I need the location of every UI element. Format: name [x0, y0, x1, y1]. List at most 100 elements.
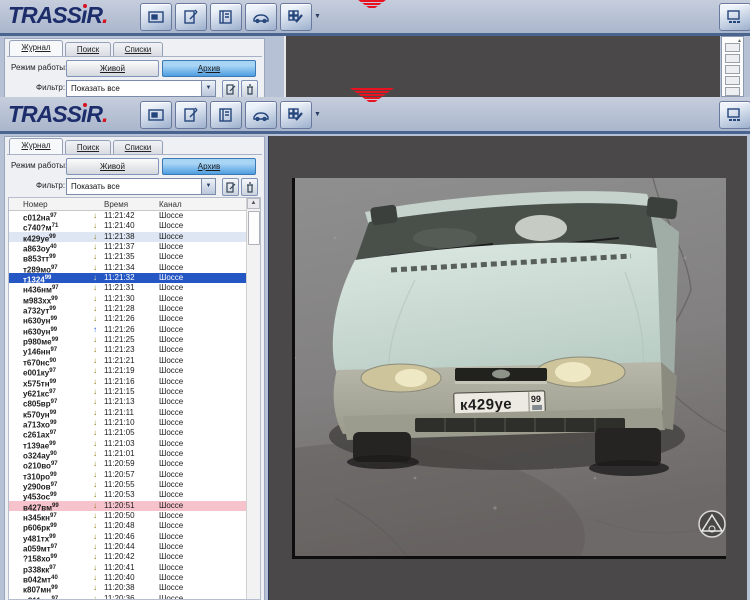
- filter-delete-button[interactable]: [241, 80, 258, 98]
- event-time: 11:20:44: [104, 542, 135, 553]
- table-row[interactable]: у146нн97↓11:21:23Шоссе: [9, 345, 247, 355]
- table-row[interactable]: у481тх99↓11:20:46Шоссе: [9, 532, 247, 542]
- layout-dropdown-arrow[interactable]: ▼: [314, 111, 321, 118]
- edit-lists-button[interactable]: [175, 3, 207, 31]
- table-row[interactable]: о324ау90↓11:21:01Шоссе: [9, 449, 247, 459]
- table-row[interactable]: н630ун99↑11:21:26Шоссе: [9, 325, 247, 335]
- filter-combobox[interactable]: Показать все ▼: [66, 80, 216, 97]
- layout-settings-button[interactable]: [280, 101, 312, 129]
- table-row[interactable]: р606рк99↓11:20:48Шоссе: [9, 521, 247, 531]
- lpr-view-button[interactable]: [140, 3, 172, 31]
- layout-settings-button[interactable]: [280, 3, 312, 31]
- table-row[interactable]: е001ку97↓11:21:19Шоссе: [9, 366, 247, 376]
- archive-mode-button[interactable]: Архив: [162, 60, 256, 77]
- scrollbar-thumb[interactable]: [248, 211, 260, 245]
- table-row[interactable]: т289мо97↓11:21:34Шоссе: [9, 263, 247, 273]
- event-channel: Шоссе: [159, 335, 183, 346]
- direction-down-icon: ↓: [93, 594, 97, 599]
- table-scrollbar[interactable]: ▲: [246, 198, 260, 599]
- table-row[interactable]: а059мт97↓11:20:44Шоссе: [9, 542, 247, 552]
- edit-lists-button[interactable]: [175, 101, 207, 129]
- filter-combobox[interactable]: Показать все ▼: [66, 178, 216, 195]
- journal-button[interactable]: [210, 3, 242, 31]
- table-row[interactable]: т310ро99↓11:20:57Шоссе: [9, 470, 247, 480]
- table-row[interactable]: н436нм97↓11:21:31Шоссе: [9, 283, 247, 293]
- table-row[interactable]: ?158хо99↓11:20:42Шоссе: [9, 552, 247, 562]
- table-row[interactable]: р338кк97↓11:20:41Шоссе: [9, 563, 247, 573]
- table-row[interactable]: у453ос99↓11:20:53Шоссе: [9, 490, 247, 500]
- column-plate[interactable]: Номер: [23, 200, 48, 209]
- mini-list-item[interactable]: [725, 76, 740, 85]
- direction-down-icon: ↓: [93, 470, 97, 481]
- scroll-up-button[interactable]: ▲: [247, 198, 260, 209]
- vehicle-button[interactable]: [245, 101, 277, 129]
- mini-list-item[interactable]: [725, 54, 740, 63]
- table-row[interactable]: а713хо99↓11:21:10Шоссе: [9, 418, 247, 428]
- event-channel: Шоссе: [159, 325, 183, 336]
- table-row[interactable]: о811нм97↓11:20:36Шоссе: [9, 594, 247, 599]
- event-time: 11:21:11: [104, 408, 134, 419]
- table-row[interactable]: н345кн97↓11:20:50Шоссе: [9, 511, 247, 521]
- combo-arrow-icon[interactable]: ▼: [201, 81, 215, 96]
- mini-list-item[interactable]: [725, 87, 740, 96]
- vehicle-button[interactable]: [245, 3, 277, 31]
- table-row[interactable]: с261ах97↓11:21:05Шоссе: [9, 428, 247, 438]
- tab-search[interactable]: Поиск: [65, 42, 111, 56]
- table-row[interactable]: в853тт99↓11:21:35Шоссе: [9, 252, 247, 262]
- table-row[interactable]: а863оу40↓11:21:37Шоссе: [9, 242, 247, 252]
- table-row[interactable]: о210во97↓11:20:59Шоссе: [9, 459, 247, 469]
- layout-settings-icon: [287, 107, 305, 123]
- journal-button[interactable]: [210, 101, 242, 129]
- direction-down-icon: ↓: [93, 366, 97, 377]
- table-row[interactable]: р980ме99↓11:21:25Шоссе: [9, 335, 247, 345]
- tab-search[interactable]: Поиск: [65, 140, 111, 154]
- event-channel: Шоссе: [159, 387, 183, 398]
- table-row[interactable]: с740?м71↓11:21:40Шоссе: [9, 221, 247, 231]
- collapse-right-panel-button[interactable]: [719, 101, 750, 129]
- table-row[interactable]: к429уе99↓11:21:38Шоссе: [9, 232, 247, 242]
- tab-lists[interactable]: Списки: [113, 42, 163, 56]
- live-mode-button[interactable]: Живой: [66, 60, 159, 77]
- lpr-view-button[interactable]: [140, 101, 172, 129]
- event-channel: Шоссе: [159, 356, 183, 367]
- live-mode-button[interactable]: Живой: [66, 158, 159, 175]
- filter-delete-button[interactable]: [241, 178, 258, 196]
- mini-list-item[interactable]: [725, 43, 740, 52]
- event-channel: Шоссе: [159, 490, 183, 501]
- mini-list-item[interactable]: [725, 65, 740, 74]
- filter-edit-button[interactable]: [222, 80, 239, 98]
- table-row[interactable]: с012на97↓11:21:42Шоссе: [9, 211, 247, 221]
- table-row[interactable]: т670нс90↓11:21:21Шоссе: [9, 356, 247, 366]
- expand-right-panel-button[interactable]: [719, 3, 750, 31]
- table-row[interactable]: т139ае99↓11:21:03Шоссе: [9, 439, 247, 449]
- table-row[interactable]: к807мн99↓11:20:38Шоссе: [9, 583, 247, 593]
- video-area-top[interactable]: [284, 36, 720, 97]
- event-channel: Шоссе: [159, 470, 183, 481]
- tab-divider: [7, 154, 262, 155]
- table-row[interactable]: т132499↓11:21:32Шоссе: [9, 273, 247, 283]
- archive-mode-button[interactable]: Архив: [162, 158, 256, 175]
- mini-panel-top[interactable]: ▲: [721, 36, 744, 97]
- table-row[interactable]: а732ут99↓11:21:28Шоссе: [9, 304, 247, 314]
- tab-journal[interactable]: Журнал: [9, 40, 63, 56]
- table-row[interactable]: м983хх99↓11:21:30Шоссе: [9, 294, 247, 304]
- table-row[interactable]: у621кс97↓11:21:15Шоссе: [9, 387, 247, 397]
- direction-down-icon: ↓: [93, 387, 97, 398]
- tab-journal[interactable]: Журнал: [9, 138, 63, 154]
- table-row[interactable]: н630ун99↓11:21:26Шоссе: [9, 314, 247, 324]
- table-row[interactable]: в042мт40↓11:20:40Шоссе: [9, 573, 247, 583]
- event-time: 11:21:34: [104, 263, 135, 274]
- table-row[interactable]: к570ун99↓11:21:11Шоссе: [9, 408, 247, 418]
- table-row[interactable]: у290ов97↓11:20:55Шоссе: [9, 480, 247, 490]
- column-time[interactable]: Время: [104, 200, 128, 209]
- video-area-main[interactable]: к429уе 99: [268, 136, 747, 600]
- tab-lists[interactable]: Списки: [113, 140, 163, 154]
- direction-down-icon: ↓: [93, 252, 97, 263]
- filter-edit-button[interactable]: [222, 178, 239, 196]
- table-row[interactable]: в427вм99↓11:20:51Шоссе: [9, 501, 247, 511]
- table-row[interactable]: с805вр97↓11:21:13Шоссе: [9, 397, 247, 407]
- combo-arrow-icon[interactable]: ▼: [201, 179, 215, 194]
- layout-dropdown-arrow[interactable]: ▼: [314, 13, 321, 20]
- column-channel[interactable]: Канал: [159, 200, 182, 209]
- table-row[interactable]: х575тн99↓11:21:16Шоссе: [9, 377, 247, 387]
